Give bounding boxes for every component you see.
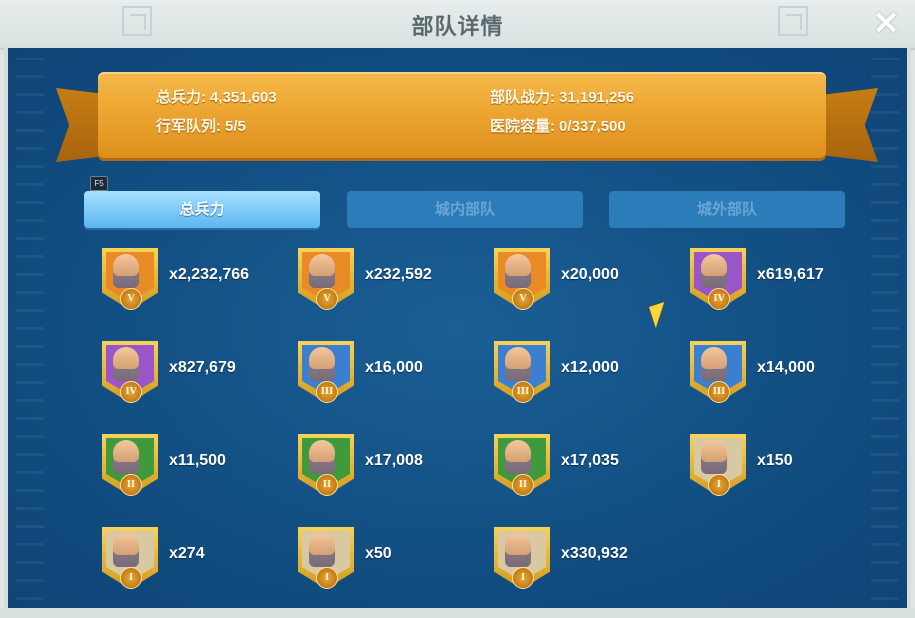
tier-medal-icon: I bbox=[512, 567, 534, 589]
troop-count: x330,932 bbox=[561, 545, 628, 562]
troop-count: x16,000 bbox=[365, 359, 423, 376]
tier-medal-icon: IV bbox=[708, 288, 730, 310]
troop-count: x12,000 bbox=[561, 359, 619, 376]
total-troops-label: 总兵力: bbox=[156, 89, 206, 106]
troop-item[interactable]: Vx232,592 bbox=[298, 248, 494, 312]
soldier-figure-icon bbox=[309, 254, 335, 288]
panel-border-pattern-left bbox=[16, 58, 44, 600]
troop-count: x20,000 bbox=[561, 266, 619, 283]
troop-power-label: 部队战力: bbox=[490, 89, 555, 106]
tier-medal-icon: II bbox=[120, 474, 142, 496]
soldier-figure-icon bbox=[113, 440, 139, 474]
troop-item[interactable]: Vx2,232,766 bbox=[102, 248, 298, 312]
troop-count: x2,232,766 bbox=[169, 266, 250, 283]
panel-border-pattern-right bbox=[871, 58, 899, 600]
troop-item[interactable]: III x14,000 bbox=[690, 341, 886, 405]
tier-medal-icon: I bbox=[316, 567, 338, 589]
tier-medal-icon: IV bbox=[120, 381, 142, 403]
tier-medal-icon: I bbox=[120, 567, 142, 589]
soldier-figure-icon bbox=[309, 533, 335, 567]
troop-item[interactable]: IV x619,617 bbox=[690, 248, 886, 312]
troop-item[interactable]: Ix50 bbox=[298, 527, 494, 591]
soldier-figure-icon bbox=[505, 347, 531, 381]
tab-total-troops[interactable]: 总兵力 bbox=[84, 191, 320, 228]
troop-item[interactable]: II x17,008 bbox=[298, 434, 494, 498]
troop-count: x17,035 bbox=[561, 452, 619, 469]
troop-item[interactable]: III x12,000 bbox=[494, 341, 690, 405]
window-title: 部队详情 bbox=[411, 14, 504, 39]
tab-troops-in-city[interactable]: 城内部队 bbox=[347, 191, 583, 228]
soldier-figure-icon bbox=[701, 440, 727, 474]
soldier-figure-icon bbox=[113, 533, 139, 567]
troop-item[interactable]: II x17,035 bbox=[494, 434, 690, 498]
march-queue-value: 5/5 bbox=[225, 118, 246, 135]
troop-count: x17,008 bbox=[365, 452, 423, 469]
hospital-capacity-label: 医院容量: bbox=[490, 118, 555, 135]
troop-count: x50 bbox=[365, 545, 392, 562]
troop-count: x232,592 bbox=[365, 266, 432, 283]
troop-item[interactable]: Ix274 bbox=[102, 527, 298, 591]
tier-medal-icon: II bbox=[512, 474, 534, 496]
troop-item[interactable]: III x16,000 bbox=[298, 341, 494, 405]
troop-count: x619,617 bbox=[757, 266, 824, 283]
tab-troops-outside-city[interactable]: 城外部队 bbox=[609, 191, 845, 228]
bottom-frame bbox=[0, 608, 915, 618]
troop-item[interactable]: Ix330,932 bbox=[494, 527, 690, 591]
soldier-figure-icon bbox=[505, 533, 531, 567]
march-queue-label: 行军队列: bbox=[156, 118, 221, 135]
troop-count: x274 bbox=[169, 545, 205, 562]
tier-medal-icon: I bbox=[708, 474, 730, 496]
total-troops-stat: 总兵力: 4,351,603 bbox=[156, 86, 277, 107]
march-queue-stat: 行军队列: 5/5 bbox=[156, 115, 246, 136]
tier-medal-icon: III bbox=[708, 381, 730, 403]
soldier-figure-icon bbox=[113, 254, 139, 288]
soldier-figure-icon bbox=[701, 254, 727, 288]
hospital-capacity-value: 0/337,500 bbox=[559, 118, 626, 135]
tier-medal-icon: III bbox=[316, 381, 338, 403]
troop-item[interactable]: II x11,500 bbox=[102, 434, 298, 498]
soldier-figure-icon bbox=[113, 347, 139, 381]
tier-medal-icon: V bbox=[316, 288, 338, 310]
troop-power-stat: 部队战力: 31,191,256 bbox=[490, 86, 634, 107]
soldier-figure-icon bbox=[309, 440, 335, 474]
close-icon[interactable]: ✕ bbox=[869, 6, 903, 40]
hotkey-hint: F5 bbox=[90, 176, 108, 191]
troop-count: x827,679 bbox=[169, 359, 236, 376]
troop-item[interactable]: Ix150 bbox=[690, 434, 886, 498]
tier-medal-icon: III bbox=[512, 381, 534, 403]
troop-details-window: 部队详情 ✕ 总兵力: 4,351,603 行军队列: 5/5 部队战力: 31,19… bbox=[0, 0, 915, 618]
title-bar: 部队详情 ✕ bbox=[0, 0, 915, 50]
soldier-figure-icon bbox=[701, 347, 727, 381]
tier-medal-icon: II bbox=[316, 474, 338, 496]
tier-medal-icon: V bbox=[120, 288, 142, 310]
tier-medal-icon: V bbox=[512, 288, 534, 310]
troop-count: x14,000 bbox=[757, 359, 815, 376]
total-troops-value: 4,351,603 bbox=[210, 89, 277, 106]
soldier-figure-icon bbox=[505, 440, 531, 474]
troop-item[interactable]: IV x827,679 bbox=[102, 341, 298, 405]
soldier-figure-icon bbox=[505, 254, 531, 288]
hospital-capacity-stat: 医院容量: 0/337,500 bbox=[490, 115, 626, 136]
soldier-figure-icon bbox=[309, 347, 335, 381]
troop-power-value: 31,191,256 bbox=[559, 89, 635, 106]
troop-count: x11,500 bbox=[169, 452, 226, 469]
troop-count: x150 bbox=[757, 452, 793, 469]
